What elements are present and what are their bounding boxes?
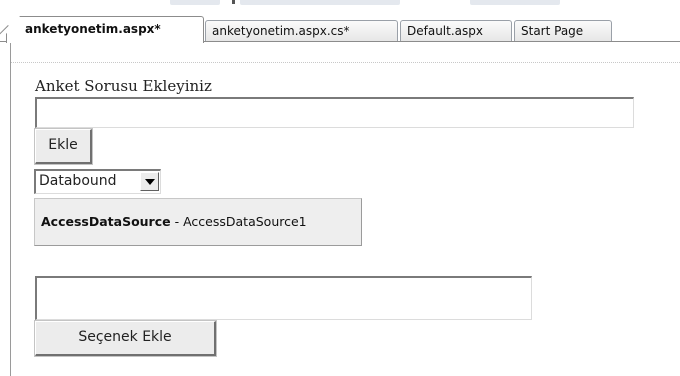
add-option-button[interactable]: Seçenek Ekle [34, 320, 217, 357]
chevron-down-icon [145, 179, 155, 185]
top-strip-ghost [240, 0, 400, 5]
question-input[interactable] [35, 97, 634, 128]
tab-default-aspx[interactable]: Default.aspx [400, 20, 512, 42]
design-surface[interactable]: Anket Sorusu Ekleyiniz Ekle Databound Ac… [0, 42, 680, 376]
tab-anketyonetim-aspx-cs[interactable]: anketyonetim.aspx.cs* [205, 20, 398, 42]
tab-label: Start Page [521, 24, 584, 38]
datasource-separator: - [170, 214, 184, 229]
databound-dropdown[interactable]: Databound [34, 169, 161, 194]
tab-label: anketyonetim.aspx.cs* [212, 24, 350, 38]
document-tab-bar: anketyonetim.aspx* anketyonetim.aspx.cs*… [0, 8, 680, 45]
top-strip [0, 0, 680, 8]
tab-start-page[interactable]: Start Page [514, 20, 612, 42]
dropdown-value: Databound [39, 173, 117, 189]
top-strip-ghost [170, 0, 220, 5]
top-strip-mark [232, 0, 235, 4]
datasource-type: AccessDataSource [41, 214, 171, 229]
add-button[interactable]: Ekle [34, 128, 93, 165]
tab-anketyonetim-aspx[interactable]: anketyonetim.aspx* [6, 16, 204, 43]
top-strip-ghost [470, 0, 560, 5]
option-input[interactable] [35, 276, 532, 320]
datasource-id: AccessDataSource1 [183, 214, 307, 229]
form-boundary [11, 62, 680, 63]
tab-label: Default.aspx [407, 24, 483, 38]
question-label: Anket Sorusu Ekleyiniz [35, 77, 212, 95]
design-surface-border [10, 42, 11, 376]
dropdown-arrow-button[interactable] [140, 172, 159, 191]
access-datasource-control[interactable]: AccessDataSource - AccessDataSource1 [34, 198, 362, 246]
tab-label: anketyonetim.aspx* [25, 22, 161, 36]
